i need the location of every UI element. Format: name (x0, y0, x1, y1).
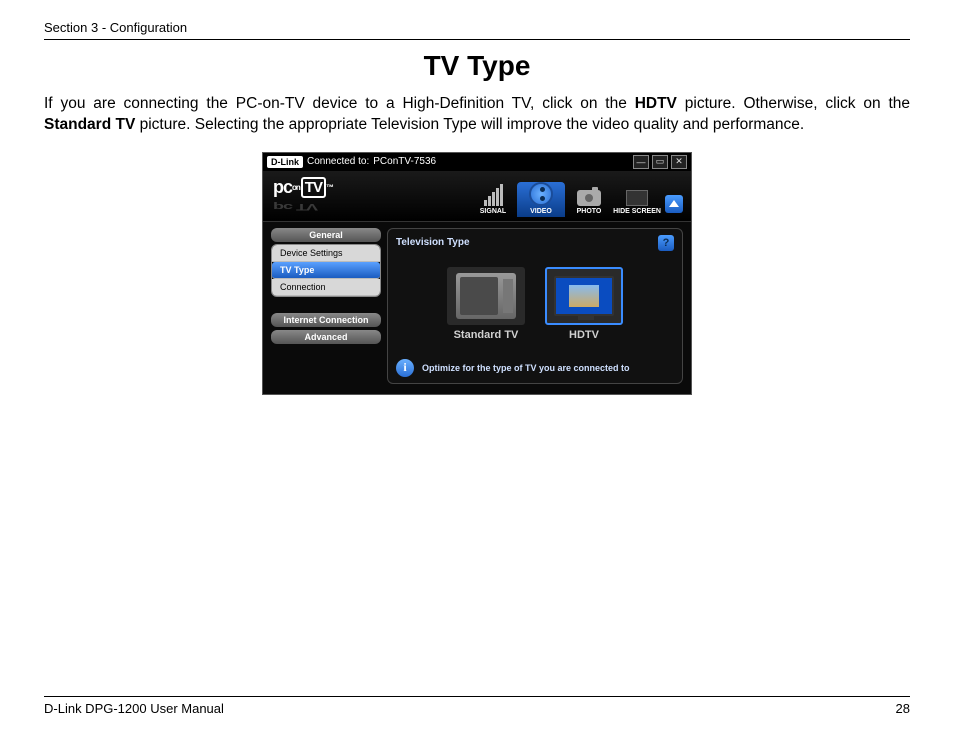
connected-value: PConTV-7536 (373, 156, 436, 167)
signal-icon (484, 184, 503, 206)
page-title: TV Type (44, 50, 910, 82)
app-window: D-Link Connected to: PConTV-7536 — ▭ ✕ p… (262, 152, 692, 395)
video-reel-icon (529, 182, 553, 206)
sidebar-item-connection[interactable]: Connection (272, 279, 380, 296)
panel-header: Television Type ? (396, 235, 674, 251)
tab-hide-screen[interactable]: HIDE SCREEN (613, 186, 661, 217)
sidebar: General Device Settings TV Type Connecti… (271, 228, 381, 384)
dlink-logo: D-Link (267, 156, 303, 168)
camera-icon (577, 190, 601, 206)
option-standard-tv[interactable]: Standard TV (447, 267, 525, 341)
panel-title: Television Type (396, 237, 470, 248)
connected-label: Connected to: (307, 156, 369, 167)
main-area: General Device Settings TV Type Connecti… (263, 222, 691, 394)
sidebar-group-general: General Device Settings TV Type Connecti… (271, 228, 381, 297)
top-tabs: SIGNAL VIDEO PHOTO HIDE SCREEN (469, 182, 683, 217)
info-row: i Optimize for the type of TV you are co… (396, 359, 674, 377)
tab-hide-label: HIDE SCREEN (613, 208, 661, 215)
content-panel: Television Type ? Standard TV HDTV i Opt (387, 228, 683, 384)
body-paragraph: If you are connecting the PC-on-TV devic… (44, 94, 910, 136)
sidebar-item-tv-type[interactable]: TV Type (272, 262, 380, 279)
titlebar: D-Link Connected to: PConTV-7536 — ▭ ✕ (263, 153, 691, 171)
tab-video-label: VIDEO (530, 208, 552, 215)
info-text: Optimize for the type of TV you are conn… (422, 363, 630, 373)
tab-photo-label: PHOTO (577, 208, 602, 215)
footer-page-number: 28 (896, 701, 910, 716)
up-arrow-button[interactable] (665, 195, 683, 213)
sidebar-item-device-settings[interactable]: Device Settings (272, 245, 380, 262)
tab-video[interactable]: VIDEO (517, 182, 565, 217)
sidebar-group-bottom: Internet Connection Advanced (271, 313, 381, 344)
hdtv-label: HDTV (569, 329, 599, 341)
hdtv-icon (554, 276, 614, 316)
hide-screen-icon (626, 190, 648, 206)
help-button[interactable]: ? (658, 235, 674, 251)
tab-signal[interactable]: SIGNAL (469, 184, 517, 217)
logo-on: on (292, 183, 300, 192)
body-post: picture. Selecting the appropriate Telev… (135, 116, 804, 133)
info-icon: i (396, 359, 414, 377)
close-button[interactable]: ✕ (671, 155, 687, 169)
screenshot-container: D-Link Connected to: PConTV-7536 — ▭ ✕ p… (44, 152, 910, 395)
body-mid: picture. Otherwise, click on the (677, 95, 910, 112)
window-buttons: — ▭ ✕ (633, 155, 687, 169)
body-bold-hdtv: HDTV (635, 95, 677, 112)
body-bold-standard: Standard TV (44, 116, 135, 133)
sidebar-header-advanced[interactable]: Advanced (271, 330, 381, 344)
tv-options: Standard TV HDTV (396, 267, 674, 341)
section-header: Section 3 - Configuration (44, 20, 910, 40)
tab-photo[interactable]: PHOTO (565, 186, 613, 217)
option-hdtv[interactable]: HDTV (545, 267, 623, 341)
pcontv-logo: pconTV™ pc TV (273, 177, 333, 217)
tab-signal-label: SIGNAL (480, 208, 506, 215)
logo-tv: TV (301, 177, 326, 198)
body-pre: If you are connecting the PC-on-TV devic… (44, 95, 635, 112)
maximize-button[interactable]: ▭ (652, 155, 668, 169)
minimize-button[interactable]: — (633, 155, 649, 169)
standard-tv-label: Standard TV (454, 329, 519, 341)
top-strip: pconTV™ pc TV SIGNAL VIDEO PHOTO (263, 171, 691, 222)
page-footer: D-Link DPG-1200 User Manual 28 (44, 696, 910, 716)
sidebar-header-general[interactable]: General (271, 228, 381, 242)
footer-left: D-Link DPG-1200 User Manual (44, 701, 224, 716)
logo-pc: pc (273, 177, 292, 198)
standard-tv-icon (456, 273, 516, 319)
sidebar-header-internet[interactable]: Internet Connection (271, 313, 381, 327)
